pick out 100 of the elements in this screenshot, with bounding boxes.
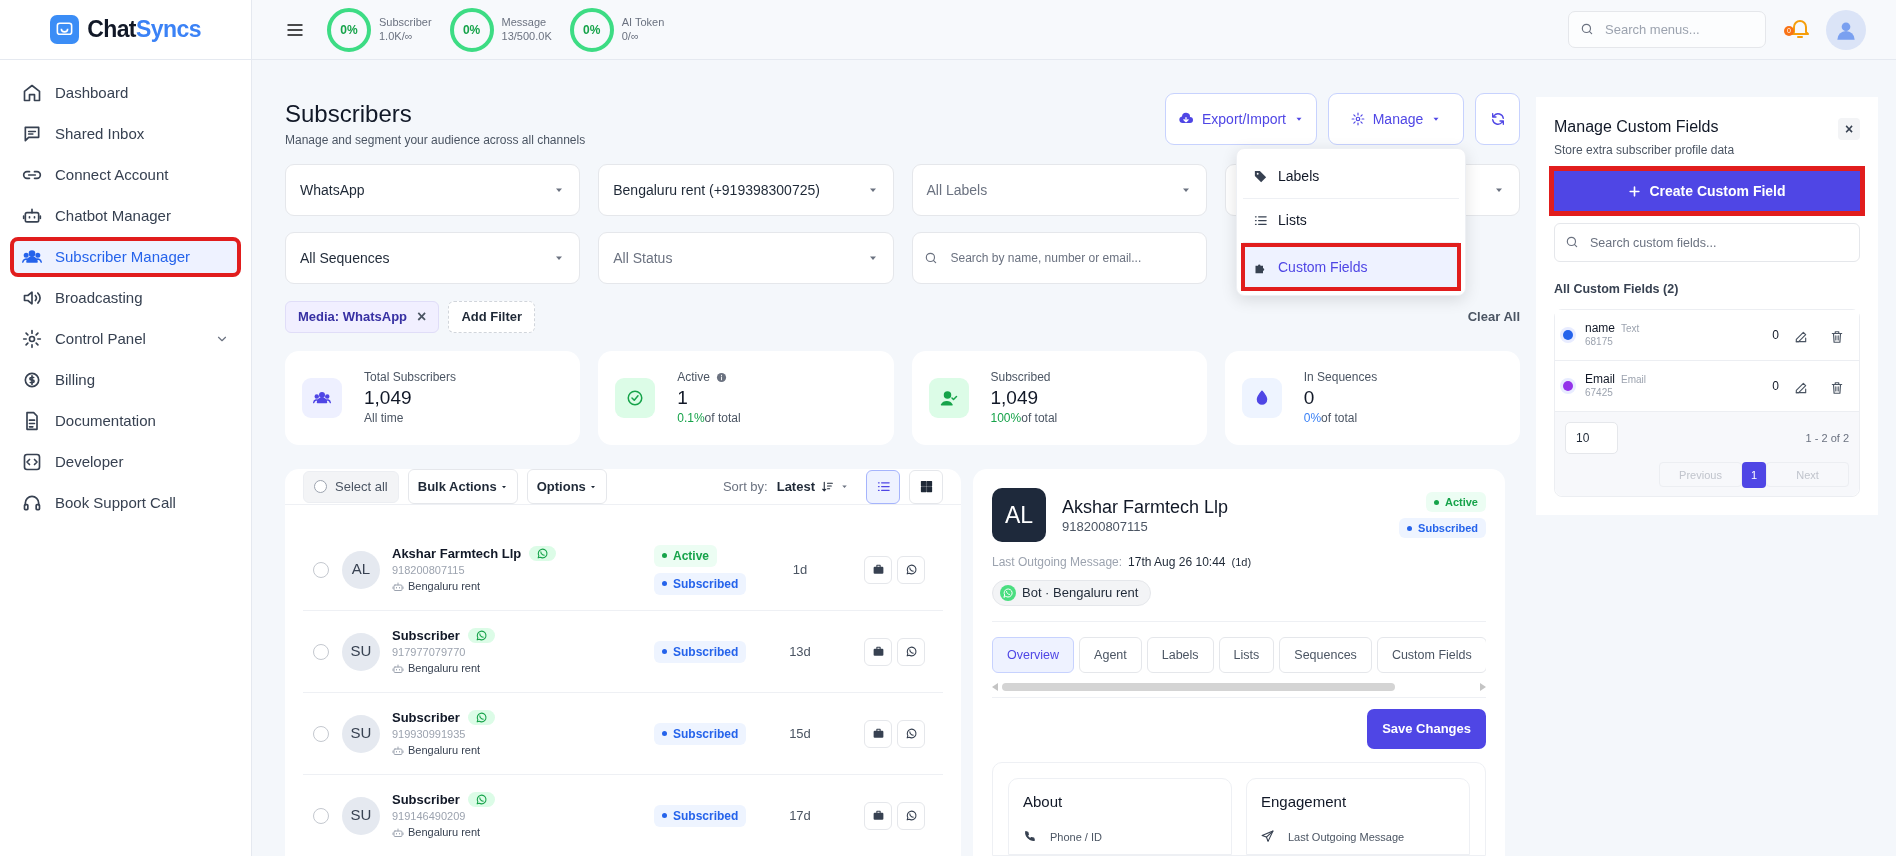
- sidebar-item[interactable]: Control Panel: [12, 321, 239, 357]
- bulk-actions-button[interactable]: Bulk Actions: [407, 469, 518, 504]
- filter-label: Media: WhatsApp: [298, 308, 408, 327]
- sidebar-item[interactable]: Dashboard: [12, 75, 239, 111]
- close-button[interactable]: ×: [1838, 118, 1860, 140]
- tab[interactable]: Custom Fields: [1376, 637, 1486, 673]
- age-label: 15d: [788, 724, 812, 743]
- clear-all-link[interactable]: Clear All: [1467, 307, 1520, 327]
- send-icon: [1261, 830, 1274, 844]
- chat-icon: [22, 124, 42, 144]
- stat-label: In Sequences: [1303, 370, 1378, 386]
- manage-button[interactable]: Manage: [1328, 93, 1464, 145]
- usage-ring: 0%: [449, 7, 494, 52]
- usage-count: 0: [1772, 326, 1779, 344]
- bot-name: Bengaluru rent: [408, 743, 481, 758]
- whatsapp-button[interactable]: [897, 637, 925, 666]
- whatsapp-icon: [904, 645, 918, 658]
- custom-field-row[interactable]: name Text 68175 0: [1555, 309, 1859, 361]
- field-type: Text: [1621, 323, 1640, 336]
- search-field[interactable]: Search custom fields...: [1554, 223, 1860, 262]
- whatsapp-icon: [467, 628, 495, 644]
- panel-subtitle: Store extra subscriber profile data: [1554, 142, 1736, 159]
- brand-name: ChatSyncs: [87, 15, 201, 45]
- options-button[interactable]: Options: [526, 469, 607, 504]
- sidebar-item[interactable]: Broadcasting: [12, 280, 239, 316]
- refresh-button[interactable]: [1475, 93, 1520, 145]
- sidebar-item[interactable]: Shared Inbox: [12, 116, 239, 152]
- usage-value: 0/∞: [621, 29, 640, 44]
- robot-icon: [22, 206, 42, 226]
- status-badge: Subscribed: [654, 640, 747, 663]
- avatar: AL: [992, 488, 1046, 542]
- plus-icon: [1628, 184, 1642, 198]
- status-badge: Subscribed: [654, 572, 747, 595]
- page-button[interactable]: 1: [1742, 461, 1766, 488]
- briefcase-icon: [871, 809, 885, 822]
- briefcase-icon: [871, 727, 885, 740]
- sidebar-item[interactable]: Book Support Call: [12, 485, 239, 521]
- page-subtitle: Manage and segment your audience across all channels: [285, 132, 587, 149]
- export-import-button[interactable]: Export/Import: [1165, 93, 1317, 145]
- stat-note: 0.1%of total: [677, 410, 741, 426]
- subscriber-row[interactable]: AL Akshar Farmtech Llp 918200807115 Bengaluru rent Active Subscribed 1d: [303, 529, 943, 611]
- sidebar-item[interactable]: Billing: [12, 362, 239, 398]
- select-field[interactable]: Bengaluru rent (+919398300725): [598, 164, 894, 216]
- edit-icon: [1794, 329, 1808, 344]
- sidebar-item[interactable]: Chatbot Manager: [12, 198, 239, 234]
- whatsapp-button[interactable]: [897, 555, 925, 584]
- subscriber-row[interactable]: SU Subscriber 917977079770 Bengaluru rent Subscribed 13d: [303, 611, 943, 693]
- sort-dropdown[interactable]: Latest: [776, 476, 849, 497]
- bot-name: Bengaluru rent: [408, 661, 481, 676]
- stat-label: Subscribed: [990, 370, 1051, 386]
- bot-chip: Bot · Bengaluru rent: [992, 580, 1152, 606]
- tab[interactable]: Overview: [992, 637, 1075, 673]
- remove-button[interactable]: ×: [417, 309, 427, 325]
- sidebar-item[interactable]: Connect Account: [12, 157, 239, 193]
- sidebar-item[interactable]: Subscriber Manager: [12, 239, 239, 275]
- select-field[interactable]: All Labels: [911, 164, 1207, 216]
- subscriber-name: Akshar Farmtech Llp: [1062, 496, 1230, 519]
- whatsapp-icon: [467, 792, 495, 808]
- tab[interactable]: Agent: [1079, 637, 1142, 673]
- add-filter-button[interactable]: Add Filter: [448, 301, 536, 333]
- whatsapp-icon: [467, 710, 495, 726]
- subscriber-name: Subscriber: [392, 627, 460, 644]
- tag-icon: [1253, 169, 1268, 184]
- whatsapp-button[interactable]: [897, 719, 925, 748]
- select-field[interactable]: All Status: [598, 232, 894, 284]
- search-field[interactable]: Search menus...: [1568, 11, 1766, 48]
- tab[interactable]: Lists: [1218, 637, 1275, 673]
- scrollbar[interactable]: [992, 683, 1486, 698]
- select-field[interactable]: WhatsApp: [285, 164, 581, 216]
- menu-item[interactable]: Labels: [1243, 155, 1459, 199]
- subscriber-row[interactable]: SU Subscriber 919930991935 Bengaluru rent Subscribed 15d: [303, 693, 943, 775]
- page-size-field[interactable]: 10: [1565, 421, 1618, 454]
- briefcase-button[interactable]: [864, 801, 892, 830]
- grid-view-button[interactable]: [909, 469, 943, 504]
- list-view-button[interactable]: [866, 469, 900, 504]
- sidebar-item[interactable]: Developer: [12, 444, 239, 480]
- select-all-checkbox[interactable]: Select all: [303, 470, 399, 503]
- robot-icon: [392, 826, 404, 839]
- save-changes-button[interactable]: Save Changes: [1367, 709, 1486, 749]
- page-title: Subscribers: [285, 99, 413, 129]
- field-id: 67425: [1585, 387, 1614, 400]
- briefcase-button[interactable]: [864, 719, 892, 748]
- menu-item[interactable]: Custom Fields: [1243, 245, 1459, 289]
- tab[interactable]: Sequences: [1279, 637, 1372, 673]
- select-field[interactable]: All Sequences: [285, 232, 581, 284]
- search-field[interactable]: Search by name, number or email...: [911, 232, 1207, 284]
- tab[interactable]: Labels: [1146, 637, 1214, 673]
- status-badge: Subscribed: [1399, 518, 1486, 538]
- briefcase-button[interactable]: [864, 555, 892, 584]
- usage-label: Message: [501, 15, 548, 30]
- briefcase-button[interactable]: [864, 637, 892, 666]
- sort-label: Sort by:: [722, 477, 768, 496]
- refresh-icon: [1489, 111, 1506, 127]
- usage-label: Subscriber: [379, 15, 432, 30]
- subscriber-name: Subscriber: [392, 791, 460, 808]
- whatsapp-button[interactable]: [897, 801, 925, 830]
- users-icon: [302, 378, 342, 418]
- caret-icon: [840, 482, 849, 491]
- sidebar-item[interactable]: Documentation: [12, 403, 239, 439]
- subscriber-row[interactable]: SU Subscriber 919146490209 Bengaluru rent Subscribed 17d: [303, 775, 943, 856]
